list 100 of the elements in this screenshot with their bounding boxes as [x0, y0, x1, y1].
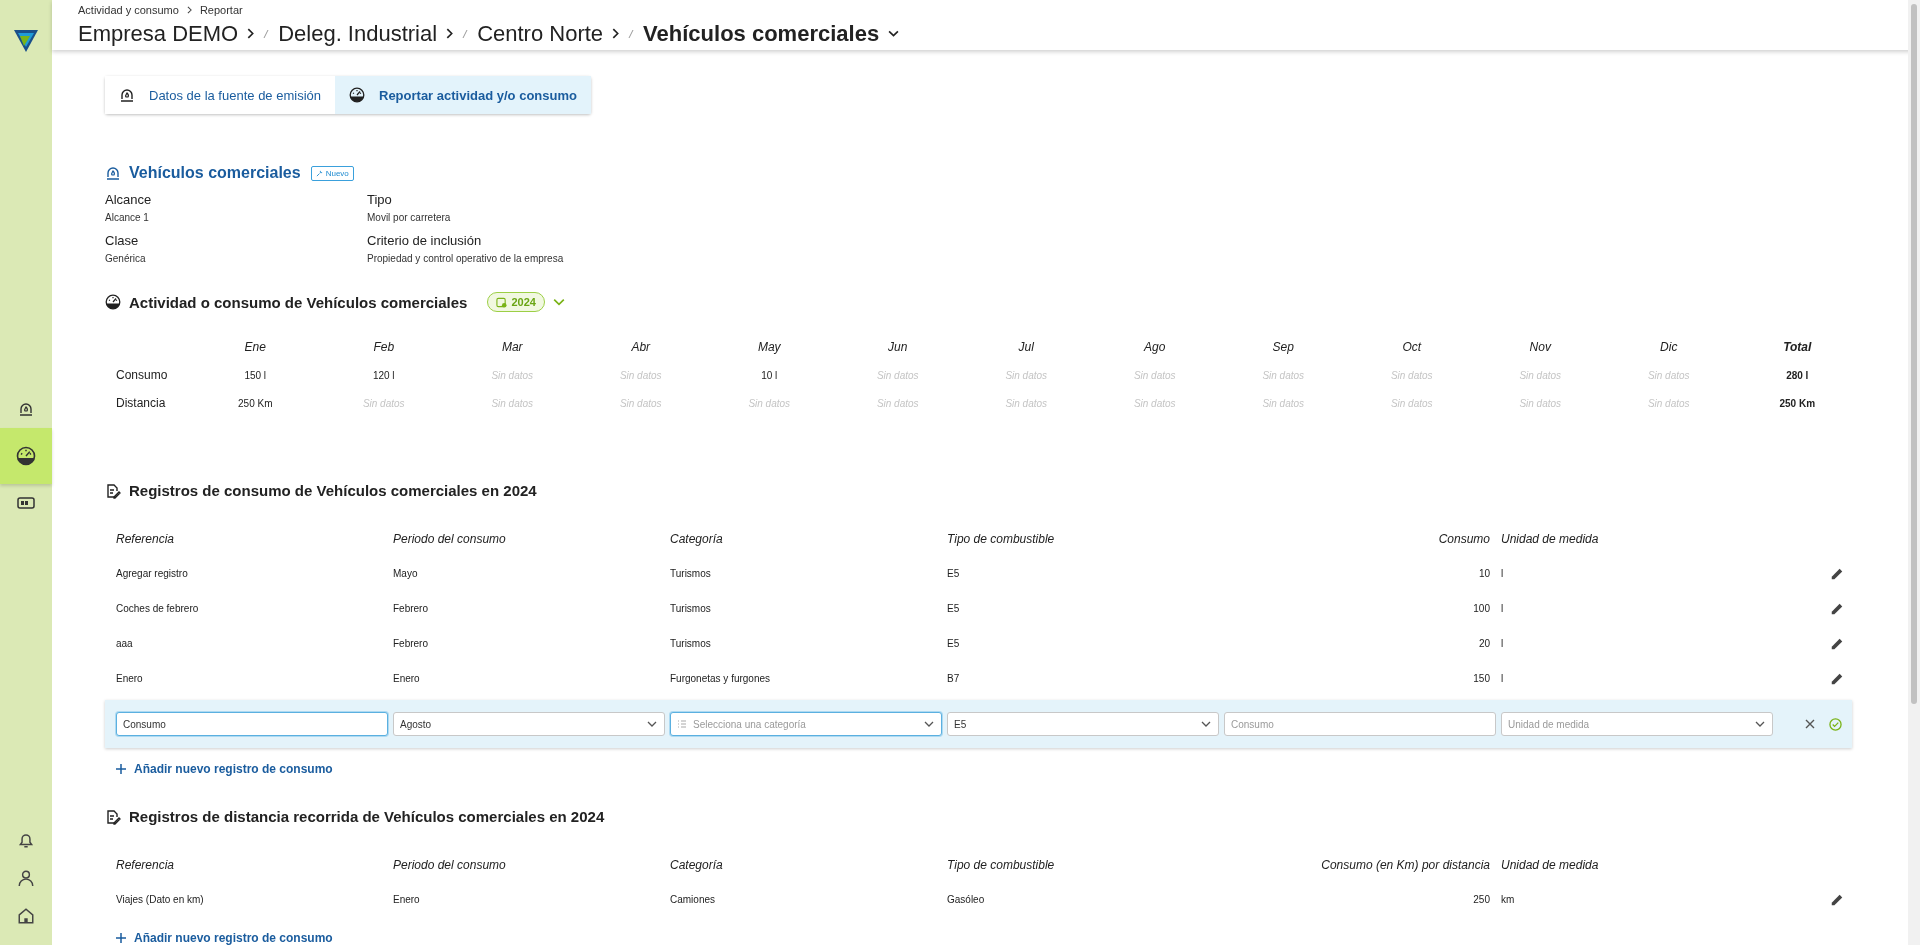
table-cell-text: Agregar registro	[116, 568, 189, 579]
breadcrumb-link[interactable]: Reportar	[199, 3, 243, 16]
input-field[interactable]: Consumo	[116, 712, 388, 736]
field-label: Criterio de inclusión	[367, 233, 483, 248]
dropdown-field[interactable]: E5	[947, 712, 1219, 736]
bell-icon[interactable]	[17, 831, 35, 849]
path-link[interactable]: Empresa DEMO	[78, 20, 239, 47]
column-header: Ago	[1142, 340, 1167, 354]
breadcrumb-link[interactable]: Actividad y consumo	[78, 3, 179, 16]
pencil-icon[interactable]	[1830, 636, 1844, 651]
table-cell-text: Sin datos	[1261, 397, 1306, 409]
close-icon[interactable]	[1805, 719, 1815, 729]
table-cell-text: 150 l	[243, 369, 268, 381]
column-header: Jul	[1017, 340, 1035, 354]
slash-icon	[628, 28, 635, 39]
table-cell-text: Enero	[393, 673, 421, 684]
column-header: Oct	[1401, 340, 1423, 354]
table-cell-text: Sin datos	[1004, 397, 1049, 409]
table-cell-text: l	[1501, 568, 1505, 579]
column-header: Sep	[1271, 340, 1295, 354]
path-link[interactable]: Centro Norte	[477, 20, 604, 47]
table-cell-text: 20	[1477, 638, 1491, 649]
chevron-right-icon	[247, 28, 255, 39]
flame-dome-icon	[119, 87, 135, 103]
gauge-icon	[349, 87, 365, 103]
dropdown-field[interactable]: Selecciona una categoría	[670, 712, 942, 736]
tab[interactable]: Reportar actividad y/o consumo	[335, 76, 591, 114]
document-pen-icon	[105, 482, 121, 499]
chevron-right-icon	[446, 28, 454, 39]
dropdown-field[interactable]: Unidad de medida	[1501, 712, 1773, 736]
table-cell-text: Sin datos	[1518, 397, 1563, 409]
field-value: Propiedad y control operativo de la empresa	[367, 253, 565, 264]
table-cell-text: l	[1501, 638, 1505, 649]
user-icon[interactable]	[17, 869, 35, 887]
table-cell-text: Coches de febrero	[116, 603, 200, 614]
slash-icon	[462, 28, 469, 39]
table-cell-text: Enero	[116, 673, 144, 684]
add-record-link[interactable]: Añadir nuevo registro de consumo	[116, 762, 333, 776]
table-cell-text: Sin datos	[1004, 369, 1049, 381]
field-label: Tipo	[367, 192, 393, 207]
gauge-icon	[16, 446, 36, 466]
table-cell-text: Gasóleo	[947, 894, 986, 905]
column-header: Nov	[1528, 340, 1553, 354]
pencil-icon[interactable]	[1830, 671, 1844, 686]
pencil-icon[interactable]	[1830, 566, 1844, 581]
column-header: Feb	[372, 340, 396, 354]
column-header: Categoría	[670, 858, 724, 872]
row-label: Consumo	[115, 368, 169, 382]
table-cell-text: km	[1501, 894, 1516, 905]
chevron-down-icon	[1201, 721, 1211, 727]
table-cell-text: Febrero	[393, 603, 429, 614]
tab[interactable]: Datos de la fuente de emisión	[105, 76, 335, 114]
slash-icon	[263, 28, 270, 39]
column-header: Categoría	[670, 532, 724, 546]
field-value: Movil por carretera	[367, 212, 452, 223]
table-cell-text: Sin datos	[1261, 369, 1306, 381]
dropdown-field[interactable]: Agosto	[393, 712, 665, 736]
table-cell-text: Sin datos	[490, 369, 535, 381]
calendar-icon	[496, 296, 508, 308]
section-title: Registros de distancia recorrida de Vehículos comerciales en 2024	[129, 808, 605, 825]
table-cell-text: l	[1501, 603, 1505, 614]
table-cell-text: 250	[1472, 894, 1491, 905]
column-header: Periodo del consumo	[393, 858, 507, 872]
gauge-icon	[105, 294, 121, 310]
sidebar-item[interactable]	[0, 428, 52, 484]
new-badge: Nuevo	[310, 165, 354, 181]
table-cell-text: Viajes (Dato en km)	[116, 894, 205, 905]
table-cell-text: Enero	[393, 894, 421, 905]
add-record-link[interactable]: Añadir nuevo registro de consumo	[116, 931, 333, 945]
pencil-icon[interactable]	[1830, 601, 1844, 616]
column-header: Referencia	[116, 532, 176, 546]
input-field[interactable]: Consumo	[1224, 712, 1496, 736]
document-pen-icon	[105, 808, 121, 825]
section-title: Registros de consumo de Vehículos comerciales en 2024	[129, 482, 537, 499]
table-cell-text: B7	[947, 673, 961, 684]
column-header: Abr	[630, 340, 652, 354]
list-icon	[677, 719, 687, 729]
column-header: Unidad de medida	[1501, 858, 1600, 872]
plus-icon	[116, 764, 126, 774]
path-link[interactable]: Deleg. Industrial	[278, 20, 438, 47]
pencil-icon[interactable]	[1830, 892, 1844, 907]
card-icon	[17, 497, 35, 509]
path-link[interactable]: Vehículos comerciales	[643, 20, 880, 47]
column-header: May	[756, 340, 782, 354]
chevron-down-icon	[647, 721, 657, 727]
check-circle-icon[interactable]	[1829, 717, 1842, 731]
chevron-down-icon[interactable]	[888, 30, 900, 37]
table-cell-text: Febrero	[393, 638, 429, 649]
plus-icon	[116, 933, 126, 943]
table-cell-text: E5	[947, 603, 961, 614]
home-icon[interactable]	[17, 907, 35, 925]
chevron-right-icon	[186, 5, 192, 14]
table-cell-text: 10	[1477, 568, 1491, 579]
logo-icon[interactable]	[14, 30, 38, 52]
column-header: Mar	[500, 340, 524, 354]
table-cell-text: Turismos	[670, 638, 712, 649]
column-header: Jun	[887, 340, 909, 354]
table-cell-text: Turismos	[670, 568, 712, 579]
chevron-right-icon	[612, 28, 620, 39]
field-value: Genérica	[105, 253, 147, 264]
